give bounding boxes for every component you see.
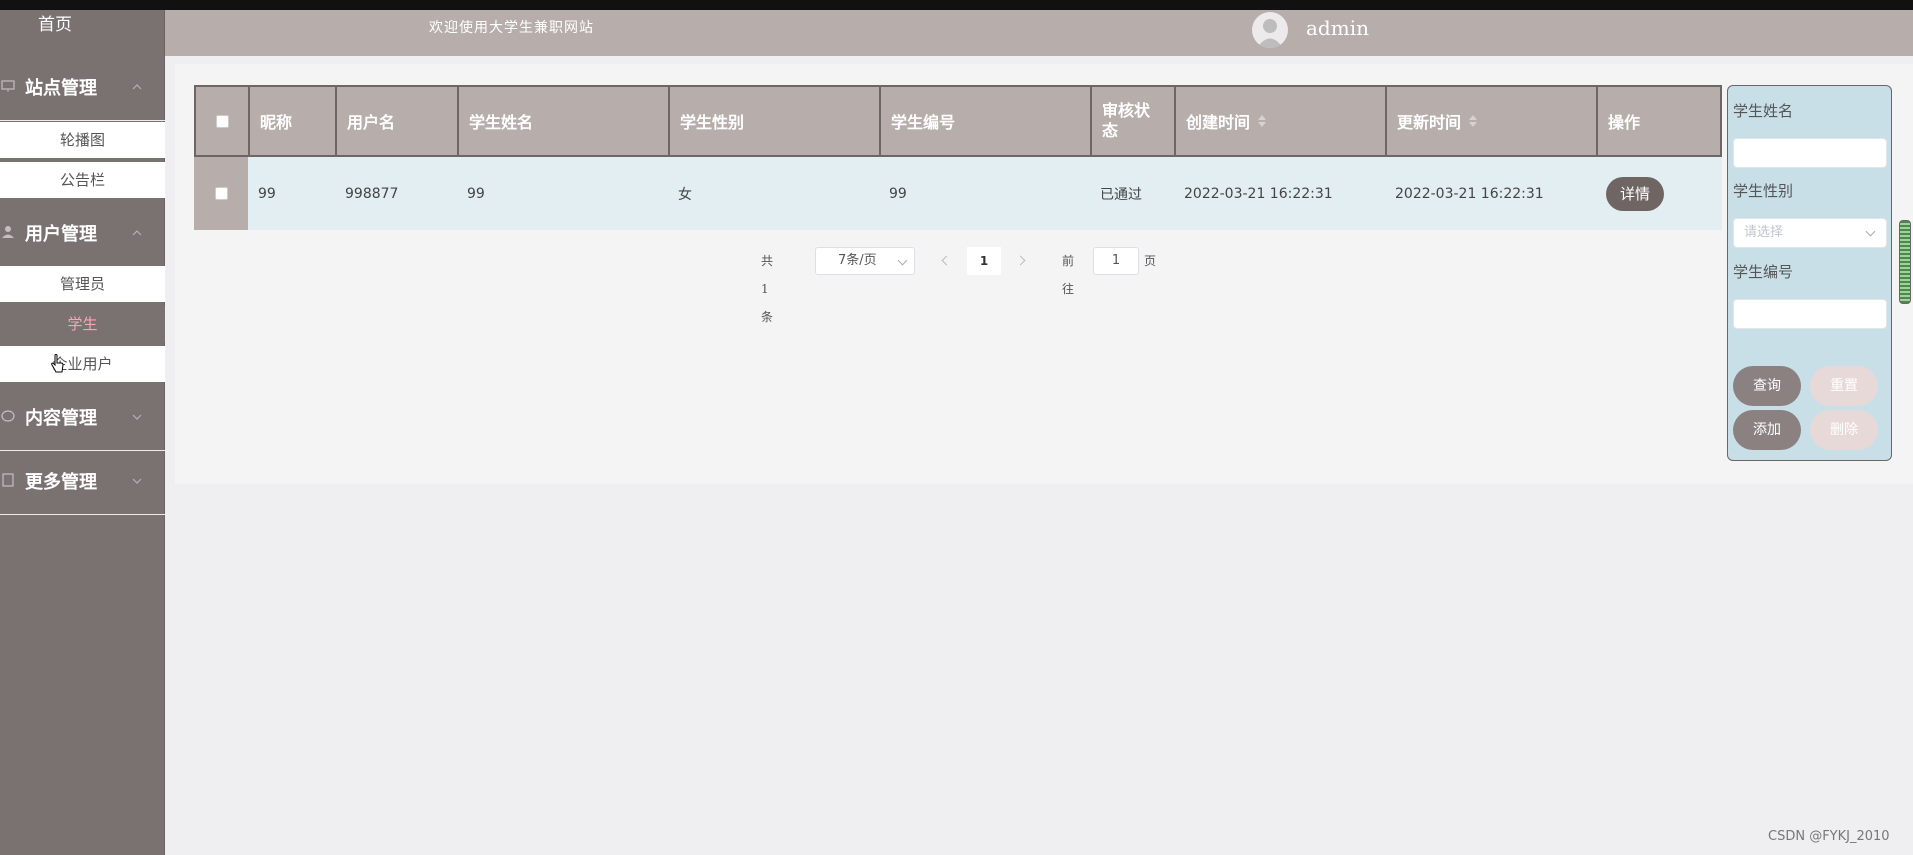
cell-audit-status: 已通过 bbox=[1100, 186, 1142, 203]
chevron-up-icon bbox=[132, 84, 142, 90]
sidebar-group-content[interactable]: 内容管理 bbox=[0, 387, 165, 451]
reset-button[interactable]: 重置 bbox=[1810, 366, 1878, 406]
student-number-input[interactable] bbox=[1733, 299, 1887, 329]
query-button[interactable]: 查询 bbox=[1733, 366, 1801, 406]
column-header-label: 创建时间 bbox=[1186, 113, 1251, 132]
column-header-created[interactable]: 创建时间 bbox=[1174, 87, 1385, 155]
select-all-checkbox[interactable] bbox=[215, 114, 229, 128]
sidebar-item-admins[interactable]: 管理员 bbox=[0, 266, 165, 302]
sidebar-item-enterprise[interactable]: 企业用户 bbox=[0, 346, 165, 382]
column-header-student-name: 学生姓名 bbox=[457, 87, 668, 155]
column-header-username: 用户名 bbox=[335, 87, 457, 155]
sidebar-group-site[interactable]: 站点管理 bbox=[0, 57, 165, 121]
student-gender-select[interactable]: 请选择 bbox=[1733, 218, 1887, 248]
sidebar-group-more[interactable]: 更多管理 bbox=[0, 451, 165, 515]
user-avatar-icon bbox=[1257, 19, 1283, 48]
sidebar-group-label: 更多管理 bbox=[25, 472, 97, 493]
row-select-cell bbox=[194, 157, 248, 230]
chevron-down-icon bbox=[132, 478, 142, 484]
goto-label: 前往 bbox=[1062, 254, 1075, 296]
document-icon bbox=[2, 473, 14, 487]
welcome-text: 欢迎使用大学生兼职网站 bbox=[429, 20, 594, 36]
add-button[interactable]: 添加 bbox=[1733, 410, 1801, 450]
chevron-up-icon bbox=[132, 230, 142, 236]
student-number-label: 学生编号 bbox=[1733, 263, 1794, 281]
user-name[interactable]: admin bbox=[1306, 10, 1369, 46]
page-size-value: 7条/页 bbox=[838, 253, 877, 268]
cell-student-number: 99 bbox=[889, 185, 907, 202]
monitor-icon bbox=[1, 80, 15, 92]
avatar[interactable] bbox=[1252, 12, 1288, 48]
sidebar-item-home[interactable]: 首页 bbox=[0, 10, 110, 40]
cell-updated: 2022-03-21 16:22:31 bbox=[1395, 185, 1544, 202]
sort-icon[interactable] bbox=[1469, 115, 1478, 127]
sidebar-item-notice[interactable]: 公告栏 bbox=[0, 162, 165, 198]
column-header-label: 审核状态 bbox=[1102, 101, 1151, 140]
chevron-down-icon bbox=[1865, 226, 1876, 237]
detail-button[interactable]: 详情 bbox=[1606, 176, 1665, 211]
sidebar-group-label: 用户管理 bbox=[25, 224, 97, 245]
cell-username: 998877 bbox=[345, 185, 399, 202]
table-header: 昵称 用户名 学生姓名 学生性别 学生编号 审核状态 创建时间 更新时间 操作 bbox=[194, 85, 1722, 157]
delete-button[interactable]: 删除 bbox=[1810, 410, 1878, 450]
cell-actions: 详情 bbox=[1596, 157, 1720, 230]
sidebar-group-label: 站点管理 bbox=[25, 78, 97, 99]
next-page-button[interactable] bbox=[1008, 247, 1036, 275]
user-icon bbox=[2, 226, 14, 238]
column-header-label: 更新时间 bbox=[1397, 113, 1462, 132]
student-name-input[interactable] bbox=[1733, 138, 1887, 168]
row-checkbox[interactable] bbox=[214, 187, 228, 200]
select-all-cell bbox=[196, 87, 248, 155]
search-panel: 学生姓名 学生性别 请选择 学生编号 查询 重置 添加 删除 bbox=[1727, 85, 1892, 461]
page-number-current[interactable]: 1 bbox=[967, 247, 1001, 275]
top-header: 欢迎使用大学生兼职网站 admin bbox=[165, 10, 1913, 56]
column-header-actions: 操作 bbox=[1596, 87, 1720, 155]
sort-icon[interactable] bbox=[1258, 115, 1267, 127]
watermark: CSDN @FYKJ_2010 bbox=[1768, 829, 1890, 844]
cell-student-name: 99 bbox=[467, 185, 485, 202]
column-header-audit-status: 审核状态 bbox=[1090, 87, 1174, 155]
prev-page-button[interactable] bbox=[931, 247, 959, 275]
cell-student-gender: 女 bbox=[678, 186, 692, 203]
cell-nickname: 99 bbox=[258, 185, 276, 202]
data-table: 昵称 用户名 学生姓名 学生性别 学生编号 审核状态 创建时间 更新时间 操作 … bbox=[194, 85, 1722, 230]
top-strip bbox=[0, 0, 1913, 10]
sidebar-item-carousel[interactable]: 轮播图 bbox=[0, 122, 165, 158]
table-row: 99 998877 99 女 99 已通过 2022-03-21 16:22:3… bbox=[194, 157, 1722, 230]
student-gender-label: 学生性别 bbox=[1733, 182, 1794, 200]
student-name-label: 学生姓名 bbox=[1733, 102, 1794, 120]
goto-page-input[interactable]: 1 bbox=[1093, 247, 1139, 275]
column-header-nickname: 昵称 bbox=[248, 87, 335, 155]
chevron-down-icon bbox=[897, 255, 908, 266]
column-header-student-number: 学生编号 bbox=[879, 87, 1090, 155]
column-header-updated[interactable]: 更新时间 bbox=[1385, 87, 1596, 155]
pagination-total: 共 1 条 bbox=[761, 254, 774, 324]
select-placeholder: 请选择 bbox=[1744, 225, 1784, 240]
chevron-down-icon bbox=[132, 414, 142, 420]
page-suffix-label: 页 bbox=[1144, 254, 1157, 268]
chat-icon bbox=[1, 410, 15, 422]
sidebar-group-users[interactable]: 用户管理 bbox=[0, 203, 165, 267]
sidebar-item-students[interactable]: 学生 bbox=[0, 306, 165, 342]
scrollbar[interactable] bbox=[1899, 220, 1911, 304]
sidebar: 首页 站点管理 轮播图 公告栏 用户管理 管理员 学生 企业用户 内容管理 更多… bbox=[0, 10, 165, 855]
hand-cursor-icon bbox=[51, 354, 64, 373]
sidebar-group-label: 内容管理 bbox=[25, 408, 97, 429]
page-size-select[interactable]: 7条/页 bbox=[815, 247, 915, 275]
column-header-student-gender: 学生性别 bbox=[668, 87, 879, 155]
cell-created: 2022-03-21 16:22:31 bbox=[1184, 185, 1333, 202]
